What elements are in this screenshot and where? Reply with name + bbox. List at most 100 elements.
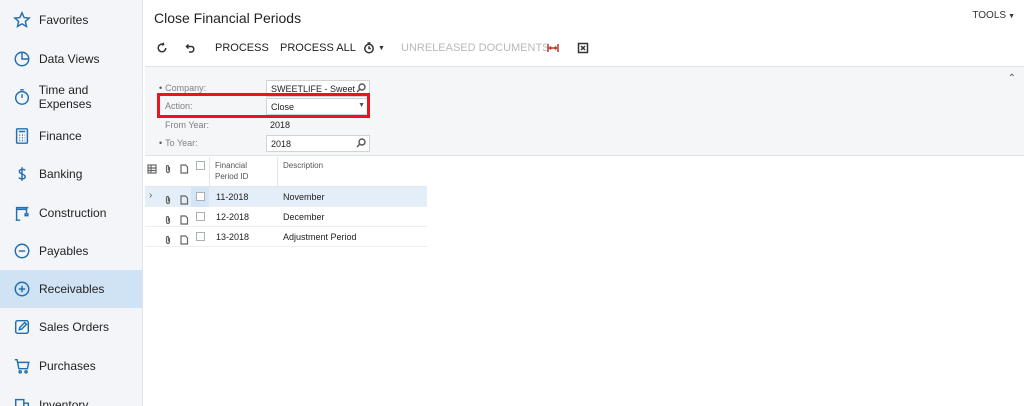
sidebar: Favorites Data Views Time and Expenses F… bbox=[0, 0, 143, 406]
sidebar-item-label: Receivables bbox=[39, 282, 105, 296]
paperclip-icon[interactable] bbox=[163, 232, 173, 245]
main-content: Close Financial Periods TOOLS ▼ PROCESS P… bbox=[145, 0, 1024, 406]
stopwatch-icon bbox=[12, 87, 32, 107]
process-all-label: PROCESS ALL bbox=[280, 42, 356, 54]
refresh-icon bbox=[157, 42, 167, 53]
sidebar-item-label: Inventory bbox=[39, 398, 89, 406]
sidebar-item-label: Finance bbox=[39, 129, 82, 143]
sidebar-item-construction[interactable]: Construction bbox=[0, 194, 142, 232]
row-checkbox[interactable] bbox=[196, 232, 205, 241]
row-checkbox[interactable] bbox=[196, 212, 205, 221]
period-id-cell: 13-2018 bbox=[216, 232, 250, 242]
paperclip-icon[interactable] bbox=[163, 192, 173, 205]
action-label: Action: bbox=[165, 101, 193, 111]
sidebar-item-purchases[interactable]: Purchases bbox=[0, 347, 142, 385]
action-dropdown[interactable]: Close ▼ bbox=[266, 98, 370, 115]
period-id-cell: 11-2018 bbox=[216, 192, 249, 202]
column-separator bbox=[277, 157, 278, 187]
process-label: PROCESS bbox=[215, 42, 269, 54]
sidebar-item-label: Data Views bbox=[39, 52, 100, 66]
refresh-button[interactable] bbox=[156, 38, 168, 58]
from-year-label: From Year: bbox=[165, 120, 210, 130]
excel-icon bbox=[577, 42, 589, 54]
toolbar: PROCESS PROCESS ALL ▼ UNRELEASED DOCUMEN… bbox=[145, 38, 1024, 58]
fit-width-icon bbox=[547, 44, 559, 52]
chevron-down-icon: ▼ bbox=[1008, 13, 1015, 20]
periods-grid: Financial Period ID Description › 11-2018… bbox=[145, 157, 427, 247]
to-year-label: • To Year: bbox=[159, 138, 198, 148]
clock-icon bbox=[364, 42, 374, 54]
period-id-cell: 12-2018 bbox=[216, 212, 250, 222]
crane-icon bbox=[12, 203, 32, 223]
from-year-value: 2018 bbox=[270, 120, 291, 130]
schedule-button[interactable]: ▼ bbox=[363, 38, 385, 58]
sidebar-item-payables[interactable]: Payables bbox=[0, 232, 142, 270]
sidebar-item-label: Sales Orders bbox=[39, 320, 110, 334]
box-icon bbox=[12, 395, 32, 406]
cart-icon bbox=[12, 356, 32, 376]
note-icon[interactable] bbox=[179, 212, 189, 225]
sidebar-item-label: Banking bbox=[39, 167, 83, 181]
calculator-icon bbox=[12, 126, 32, 146]
minus-circle-icon bbox=[12, 241, 32, 261]
note-icon[interactable] bbox=[179, 232, 189, 245]
action-row: Action: Close ▼ bbox=[145, 98, 375, 116]
company-value: SWEETLIFE - Sweet bbox=[271, 84, 356, 94]
note-icon[interactable] bbox=[179, 192, 189, 205]
star-icon bbox=[12, 10, 32, 30]
description-cell: December bbox=[283, 212, 325, 222]
chevron-down-icon: ▼ bbox=[378, 44, 385, 52]
table-row[interactable]: › 11-2018 November bbox=[145, 187, 427, 207]
sidebar-item-banking[interactable]: Banking bbox=[0, 155, 142, 193]
column-header-period-id[interactable]: Financial Period ID bbox=[215, 160, 248, 182]
sidebar-item-label: Favorites bbox=[39, 13, 89, 27]
row-checkbox[interactable] bbox=[196, 192, 205, 201]
sidebar-item-time-and-expenses[interactable]: Time and Expenses bbox=[0, 78, 142, 116]
search-icon bbox=[356, 138, 366, 148]
sidebar-item-favorites[interactable]: Favorites bbox=[0, 1, 142, 39]
grid-settings-icon[interactable] bbox=[147, 161, 157, 174]
unreleased-documents-label: UNRELEASED DOCUMENTS bbox=[401, 42, 550, 54]
plus-circle-icon bbox=[12, 279, 32, 299]
company-row: • Company: SWEETLIFE - Sweet bbox=[145, 80, 375, 98]
paperclip-icon[interactable] bbox=[163, 212, 173, 225]
select-all-checkbox[interactable] bbox=[196, 161, 205, 170]
tools-label: TOOLS bbox=[972, 10, 1007, 21]
filter-form: ⌃ • Company: SWEETLIFE - Sweet Action: Cl… bbox=[145, 66, 1024, 156]
action-value: Close bbox=[271, 102, 295, 112]
sidebar-item-sales-orders[interactable]: Sales Orders bbox=[0, 308, 142, 346]
pie-chart-icon bbox=[12, 49, 32, 69]
chevron-up-icon: ⌃ bbox=[1007, 73, 1016, 84]
company-selector[interactable]: SWEETLIFE - Sweet bbox=[266, 80, 370, 97]
sidebar-item-data-views[interactable]: Data Views bbox=[0, 40, 142, 78]
to-year-row: • To Year: 2018 bbox=[145, 135, 375, 153]
company-label: • Company: bbox=[159, 83, 207, 93]
export-excel-button[interactable] bbox=[577, 38, 589, 58]
unreleased-documents-button[interactable]: UNRELEASED DOCUMENTS bbox=[401, 38, 550, 58]
sidebar-item-label: Construction bbox=[39, 206, 107, 220]
note-icon bbox=[179, 161, 189, 174]
to-year-selector[interactable]: 2018 bbox=[266, 135, 370, 152]
collapse-form-button[interactable]: ⌃ bbox=[1008, 73, 1016, 84]
table-row[interactable]: 12-2018 December bbox=[145, 207, 427, 227]
process-all-button[interactable]: PROCESS ALL bbox=[280, 38, 356, 58]
sidebar-item-inventory[interactable]: Inventory bbox=[0, 386, 142, 406]
chevron-down-icon: ▼ bbox=[358, 102, 365, 109]
dollar-icon bbox=[12, 164, 32, 184]
sidebar-item-finance[interactable]: Finance bbox=[0, 117, 142, 155]
process-button[interactable]: PROCESS bbox=[215, 38, 269, 58]
grid-header: Financial Period ID Description bbox=[145, 157, 427, 187]
sidebar-item-receivables[interactable]: Receivables bbox=[0, 270, 142, 308]
app-window: Favorites Data Views Time and Expenses F… bbox=[0, 0, 1024, 406]
column-header-description[interactable]: Description bbox=[283, 160, 323, 171]
sidebar-item-label: Purchases bbox=[39, 359, 96, 373]
search-icon bbox=[356, 83, 366, 93]
sidebar-item-label: Time and Expenses bbox=[38, 83, 92, 111]
edit-icon bbox=[12, 317, 32, 337]
table-row[interactable]: 13-2018 Adjustment Period bbox=[145, 227, 427, 247]
fit-columns-button[interactable] bbox=[547, 38, 559, 58]
tools-menu-button[interactable]: TOOLS ▼ bbox=[972, 10, 1015, 21]
description-cell: Adjustment Period bbox=[283, 232, 357, 242]
undo-button[interactable] bbox=[184, 38, 196, 58]
column-separator bbox=[209, 157, 210, 187]
